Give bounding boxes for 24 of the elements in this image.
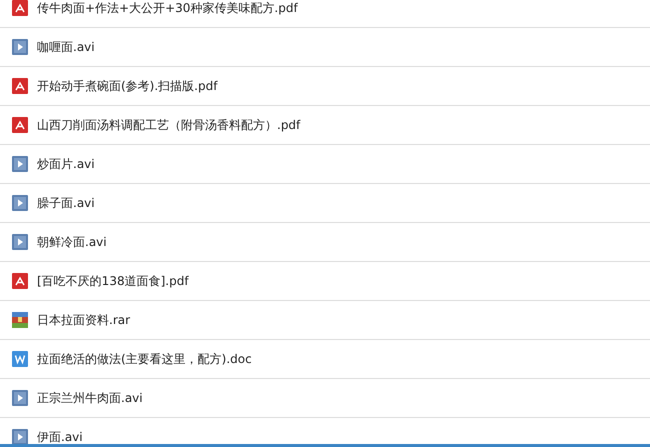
file-name[interactable]: 传牛肉面+作法+大公开+30种家传美味配方.pdf bbox=[37, 0, 298, 16]
pdf-icon bbox=[12, 117, 28, 133]
file-name[interactable]: 炒面片.avi bbox=[37, 156, 95, 172]
pdf-icon bbox=[12, 78, 28, 94]
video-icon bbox=[12, 39, 28, 55]
file-name[interactable]: 拉面绝活的做法(主要看这里，配方).doc bbox=[37, 350, 252, 368]
file-name[interactable]: 日本拉面资料.rar bbox=[37, 312, 130, 328]
pdf-icon bbox=[12, 0, 28, 16]
file-name[interactable]: 山西刀削面汤料调配工艺（附骨汤香料配方）.pdf bbox=[37, 116, 300, 134]
file-name[interactable]: 正宗兰州牛肉面.avi bbox=[37, 390, 143, 406]
file-name[interactable]: 咖喱面.avi bbox=[37, 38, 95, 56]
video-icon bbox=[12, 195, 28, 211]
document-icon bbox=[12, 351, 28, 367]
file-name[interactable]: [百吃不厌的138道面食].pdf bbox=[37, 272, 189, 290]
video-icon bbox=[12, 234, 28, 250]
file-name[interactable]: 伊面.avi bbox=[37, 428, 83, 444]
file-name[interactable]: 开始动手煮碗面(参考).扫描版.pdf bbox=[37, 78, 218, 94]
video-icon bbox=[12, 156, 28, 172]
archive-icon bbox=[12, 312, 28, 328]
video-icon bbox=[12, 429, 28, 444]
pdf-icon bbox=[12, 273, 28, 289]
file-name[interactable]: 朝鲜冷面.avi bbox=[37, 234, 107, 250]
file-name[interactable]: 臊子面.avi bbox=[37, 194, 95, 212]
video-icon bbox=[12, 390, 28, 406]
